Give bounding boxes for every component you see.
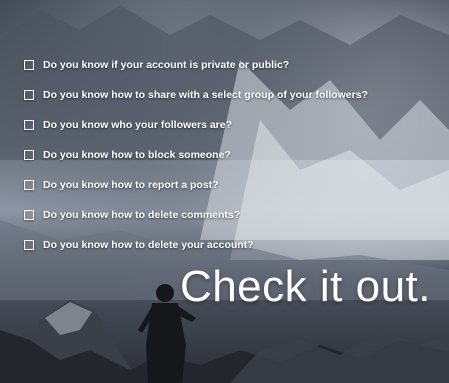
checklist-item: Do you know who your followers are? [24, 110, 368, 140]
checklist-item-text: Do you know if your account is private o… [43, 59, 290, 71]
checkbox-icon [24, 240, 34, 250]
call-to-action-heading: Check it out. [179, 262, 431, 311]
checkbox-icon [24, 120, 34, 130]
checklist-item: Do you know how to delete comments? [24, 200, 368, 230]
checklist: Do you know if your account is private o… [24, 50, 368, 260]
promo-poster: Do you know if your account is private o… [0, 0, 449, 383]
checklist-item: Do you know how to delete your account? [24, 230, 368, 260]
checkbox-icon [24, 210, 34, 220]
checklist-item: Do you know how to share with a select g… [24, 80, 368, 110]
checkbox-icon [24, 150, 34, 160]
checklist-item-text: Do you know how to delete comments? [43, 209, 241, 221]
checklist-item-text: Do you know how to delete your account? [43, 239, 254, 251]
checklist-item: Do you know if your account is private o… [24, 50, 368, 80]
checkbox-icon [24, 60, 34, 70]
checklist-item-text: Do you know how to share with a select g… [43, 89, 368, 101]
checkbox-icon [24, 90, 34, 100]
checklist-item-text: Do you know who your followers are? [43, 119, 233, 131]
checklist-item-text: Do you know how to block someone? [43, 149, 231, 161]
checklist-item-text: Do you know how to report a post? [43, 179, 219, 191]
checkbox-icon [24, 180, 34, 190]
checklist-item: Do you know how to report a post? [24, 170, 368, 200]
checklist-item: Do you know how to block someone? [24, 140, 368, 170]
